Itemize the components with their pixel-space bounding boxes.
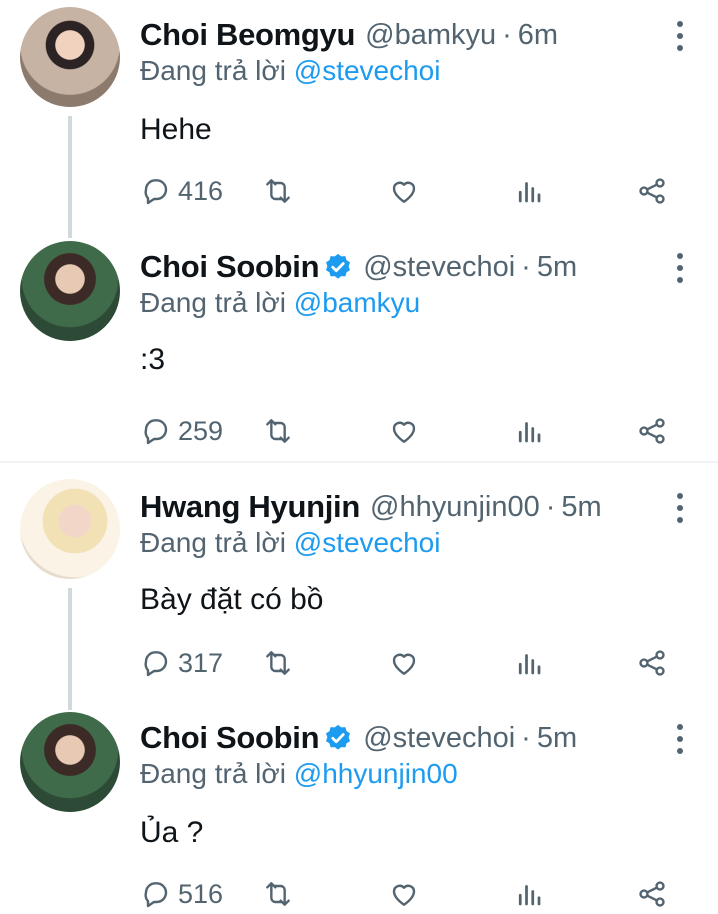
reply-icon bbox=[144, 651, 168, 677]
display-name[interactable]: Choi Beomgyu bbox=[140, 17, 355, 53]
avatar[interactable] bbox=[20, 7, 120, 107]
share-button[interactable] bbox=[636, 171, 668, 211]
tweet-header: Hwang Hyunjin @hhyunjin00 · 5m bbox=[140, 487, 602, 527]
conversation-thread: Choi Beomgyu @bamkyu · 6m Đang trả lời @… bbox=[0, 0, 718, 911]
like-button[interactable] bbox=[388, 171, 420, 211]
views-button[interactable] bbox=[514, 643, 544, 683]
separator: · bbox=[502, 18, 512, 51]
tweet-text: :3 bbox=[140, 343, 166, 376]
thread-divider bbox=[0, 461, 718, 463]
replying-to-label: Đang trả lời bbox=[140, 758, 286, 789]
more-options-icon[interactable] bbox=[672, 724, 688, 754]
timestamp[interactable]: 5m bbox=[561, 491, 601, 524]
like-button[interactable] bbox=[388, 411, 420, 451]
avatar[interactable] bbox=[20, 241, 120, 341]
replying-to: Đang trả lời @hhyunjin00 bbox=[140, 758, 458, 790]
views-icon bbox=[518, 885, 541, 906]
tweet-text: Ủa ? bbox=[140, 816, 204, 849]
like-button[interactable] bbox=[388, 643, 420, 683]
reply-icon bbox=[144, 179, 168, 205]
timestamp[interactable]: 5m bbox=[537, 722, 577, 755]
reply-count: 259 bbox=[178, 415, 224, 446]
mention-link[interactable]: @stevechoi bbox=[294, 55, 441, 86]
more-options-icon[interactable] bbox=[672, 253, 688, 283]
share-icon bbox=[639, 178, 665, 204]
separator: · bbox=[521, 721, 531, 754]
replying-to-label: Đang trả lời bbox=[140, 55, 286, 86]
retweet-button[interactable] bbox=[260, 874, 296, 914]
tweet-actions: 259 bbox=[140, 411, 680, 451]
tweet-text: Hehe bbox=[140, 113, 212, 146]
views-icon bbox=[518, 422, 541, 443]
retweet-button[interactable] bbox=[260, 171, 296, 211]
like-icon bbox=[392, 653, 416, 675]
views-icon bbox=[518, 182, 541, 203]
more-options-icon[interactable] bbox=[672, 21, 688, 51]
display-name[interactable]: Choi Soobin bbox=[140, 249, 320, 285]
reply-count: 516 bbox=[178, 878, 224, 909]
mention-link[interactable]: @hhyunjin00 bbox=[294, 758, 458, 789]
verified-badge-icon bbox=[323, 252, 353, 282]
timestamp[interactable]: 5m bbox=[537, 251, 577, 284]
tweet-actions: 317 bbox=[140, 643, 680, 683]
retweet-icon bbox=[266, 419, 290, 443]
user-handle[interactable]: @hhyunjin00 bbox=[370, 491, 540, 524]
retweet-button[interactable] bbox=[260, 643, 296, 683]
share-icon bbox=[639, 418, 665, 444]
retweet-icon bbox=[266, 179, 290, 203]
user-handle[interactable]: @stevechoi bbox=[363, 722, 515, 755]
separator: · bbox=[545, 490, 556, 523]
avatar[interactable] bbox=[20, 479, 120, 579]
reply-button[interactable]: 259 bbox=[140, 411, 223, 451]
tweet-header: Choi Soobin @stevechoi · 5m bbox=[140, 247, 577, 287]
more-options-icon[interactable] bbox=[672, 493, 688, 523]
avatar[interactable] bbox=[20, 712, 120, 812]
display-name[interactable]: Choi Soobin bbox=[140, 720, 320, 756]
timestamp[interactable]: 6m bbox=[518, 19, 558, 52]
like-icon bbox=[392, 421, 416, 443]
mention-link[interactable]: @stevechoi bbox=[294, 527, 441, 558]
tweet-actions: 416 bbox=[140, 171, 680, 211]
views-button[interactable] bbox=[514, 411, 544, 451]
tweet-header: Choi Beomgyu @bamkyu · 6m bbox=[140, 15, 558, 55]
share-button[interactable] bbox=[636, 874, 668, 914]
share-icon bbox=[639, 881, 665, 907]
mention-link[interactable]: @bamkyu bbox=[294, 287, 420, 318]
reply-count: 317 bbox=[178, 647, 224, 678]
replying-to: Đang trả lời @bamkyu bbox=[140, 287, 420, 319]
like-icon bbox=[392, 181, 416, 203]
share-button[interactable] bbox=[636, 411, 668, 451]
replying-to: Đang trả lời @stevechoi bbox=[140, 55, 440, 87]
reply-button[interactable]: 516 bbox=[140, 874, 223, 914]
views-icon bbox=[518, 654, 541, 675]
thread-connector bbox=[68, 588, 72, 710]
user-handle[interactable]: @bamkyu bbox=[365, 19, 496, 52]
tweet-text: Bày đặt có bồ bbox=[140, 583, 324, 616]
reply-button[interactable]: 317 bbox=[140, 643, 223, 683]
retweet-button[interactable] bbox=[260, 411, 296, 451]
separator: · bbox=[521, 250, 531, 283]
tweet-actions: 516 bbox=[140, 874, 680, 914]
display-name[interactable]: Hwang Hyunjin bbox=[140, 489, 360, 525]
verified-badge-icon bbox=[323, 723, 353, 753]
replying-to-label: Đang trả lời bbox=[140, 287, 286, 318]
share-icon bbox=[639, 650, 665, 676]
reply-count: 416 bbox=[178, 175, 224, 206]
reply-icon bbox=[144, 882, 168, 908]
share-button[interactable] bbox=[636, 643, 668, 683]
replying-to-label: Đang trả lời bbox=[140, 527, 286, 558]
user-handle[interactable]: @stevechoi bbox=[363, 251, 515, 284]
reply-button[interactable]: 416 bbox=[140, 171, 223, 211]
replying-to: Đang trả lời @stevechoi bbox=[140, 527, 440, 559]
views-button[interactable] bbox=[514, 171, 544, 211]
like-button[interactable] bbox=[388, 874, 420, 914]
thread-connector bbox=[68, 116, 72, 238]
like-icon bbox=[392, 884, 416, 906]
retweet-icon bbox=[266, 651, 290, 675]
tweet-header: Choi Soobin @stevechoi · 5m bbox=[140, 718, 577, 758]
reply-icon bbox=[144, 419, 168, 445]
views-button[interactable] bbox=[514, 874, 544, 914]
retweet-icon bbox=[266, 882, 290, 906]
